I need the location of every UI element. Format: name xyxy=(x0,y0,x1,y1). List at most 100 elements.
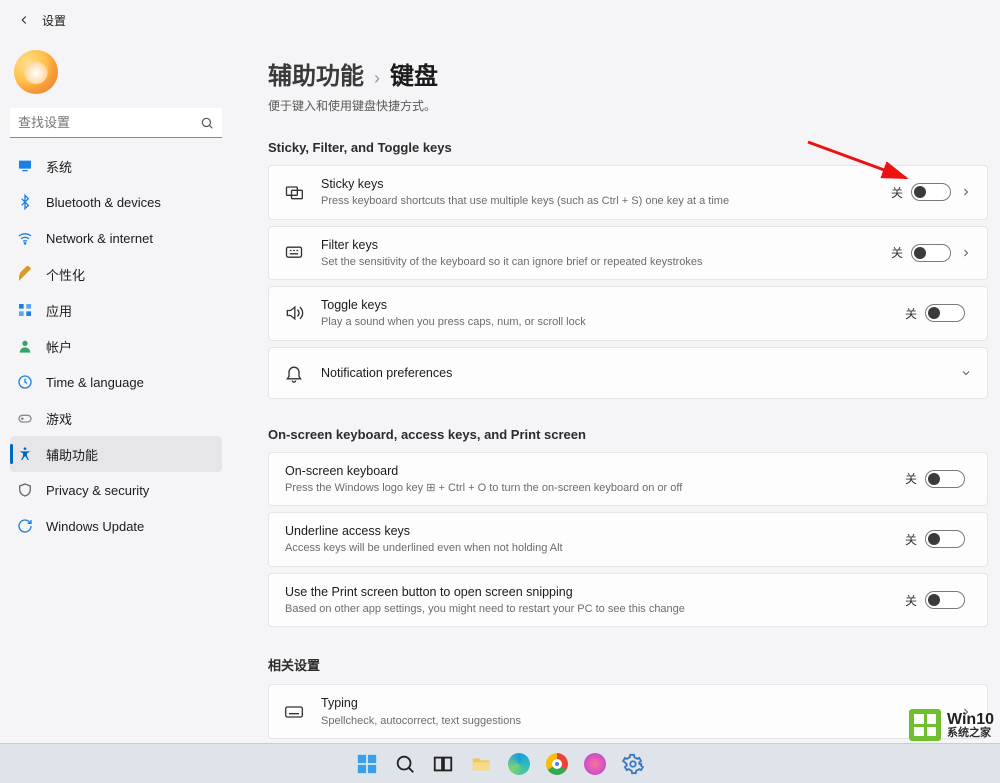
sidebar-item-label: 帐户 xyxy=(46,337,72,356)
sidebar-item-label: 应用 xyxy=(46,301,72,320)
setting-title: On-screen keyboard xyxy=(285,463,899,479)
taskbar xyxy=(0,743,1000,783)
watermark: Win10 系统之家 xyxy=(909,709,994,741)
taskbar-explorer-button[interactable] xyxy=(465,748,497,780)
sidebar-item-label: 辅助功能 xyxy=(46,445,98,464)
watermark-line1: Win10 xyxy=(947,712,994,728)
page-title: 键盘 xyxy=(390,56,438,91)
sidebar-item-network[interactable]: Network & internet xyxy=(10,220,222,256)
sidebar-item-label: Network & internet xyxy=(46,231,153,246)
section-heading-osk: On-screen keyboard, access keys, and Pri… xyxy=(268,427,988,442)
sidebar-item-label: Time & language xyxy=(46,375,144,390)
page-subtitle: 便于键入和使用键盘快捷方式。 xyxy=(268,97,988,114)
toggle-state-label: 关 xyxy=(899,470,917,487)
toggle-state-label: 关 xyxy=(899,592,917,609)
setting-title: Use the Print screen button to open scre… xyxy=(285,584,899,600)
gaming-icon xyxy=(16,409,34,427)
toggle-state-label: 关 xyxy=(899,531,917,548)
taskbar-taskview-button[interactable] xyxy=(427,748,459,780)
setting-row-print-screen-snipping[interactable]: Use the Print screen button to open scre… xyxy=(268,573,988,628)
sticky-keys-icon xyxy=(283,181,305,203)
setting-description: Access keys will be underlined even when… xyxy=(285,541,899,555)
setting-description: Based on other app settings, you might n… xyxy=(285,602,899,616)
chevron-right-icon[interactable] xyxy=(959,246,973,260)
sidebar-item-bluetooth[interactable]: Bluetooth & devices xyxy=(10,184,222,220)
sidebar-nav: 系统 Bluetooth & devices Network & interne… xyxy=(10,148,222,544)
setting-description: Press keyboard shortcuts that use multip… xyxy=(321,194,885,208)
print-screen-snipping-toggle[interactable] xyxy=(925,591,965,609)
taskbar-chrome-button[interactable] xyxy=(541,748,573,780)
toggle-keys-toggle[interactable] xyxy=(925,304,965,322)
setting-row-underline-access-keys[interactable]: Underline access keys Access keys will b… xyxy=(268,512,988,567)
sidebar-item-label: 个性化 xyxy=(46,265,85,284)
taskbar-start-button[interactable] xyxy=(351,748,383,780)
search-icon xyxy=(200,116,214,130)
update-icon xyxy=(16,517,34,535)
underline-access-keys-toggle[interactable] xyxy=(925,530,965,548)
sidebar-item-apps[interactable]: 应用 xyxy=(10,292,222,328)
setting-title: Underline access keys xyxy=(285,523,899,539)
filter-keys-toggle[interactable] xyxy=(911,244,951,262)
sidebar-item-label: Windows Update xyxy=(46,519,144,534)
user-avatar[interactable] xyxy=(14,50,58,94)
setting-row-toggle-keys[interactable]: Toggle keys Play a sound when you press … xyxy=(268,286,988,341)
bluetooth-icon xyxy=(16,193,34,211)
sidebar-item-label: Privacy & security xyxy=(46,483,149,498)
system-icon xyxy=(16,157,34,175)
breadcrumb-parent[interactable]: 辅助功能 xyxy=(268,56,364,91)
related-row-typing[interactable]: Typing Spellcheck, autocorrect, text sug… xyxy=(268,684,988,739)
toggle-state-label: 关 xyxy=(885,184,903,201)
setting-title: Filter keys xyxy=(321,237,885,253)
clock-icon xyxy=(16,373,34,391)
chevron-right-icon[interactable] xyxy=(959,185,973,199)
accessibility-icon xyxy=(16,445,34,463)
sidebar-item-label: Bluetooth & devices xyxy=(46,195,161,210)
bell-icon xyxy=(283,362,305,384)
app-title: 设置 xyxy=(42,12,66,29)
setting-description: Spellcheck, autocorrect, text suggestion… xyxy=(321,714,959,728)
chevron-down-icon[interactable] xyxy=(959,366,973,380)
setting-title: Notification preferences xyxy=(321,365,959,381)
setting-row-sticky-keys[interactable]: Sticky keys Press keyboard shortcuts tha… xyxy=(268,165,988,220)
setting-row-notification-prefs[interactable]: Notification preferences xyxy=(268,347,988,399)
setting-title: Typing xyxy=(321,695,959,711)
taskbar-edge-button[interactable] xyxy=(503,748,535,780)
setting-title: Sticky keys xyxy=(321,176,885,192)
sidebar-item-system[interactable]: 系统 xyxy=(10,148,222,184)
keyboard-icon xyxy=(283,701,305,723)
sidebar-item-accessibility[interactable]: 辅助功能 xyxy=(10,436,222,472)
sidebar-item-time-language[interactable]: Time & language xyxy=(10,364,222,400)
section-heading-related: 相关设置 xyxy=(268,655,988,674)
sidebar-item-personalization[interactable]: 个性化 xyxy=(10,256,222,292)
filter-keys-icon xyxy=(283,242,305,264)
person-icon xyxy=(16,337,34,355)
toggle-state-label: 关 xyxy=(899,305,917,322)
setting-description: Play a sound when you press caps, num, o… xyxy=(321,315,899,329)
sidebar-item-accounts[interactable]: 帐户 xyxy=(10,328,222,364)
apps-icon xyxy=(16,301,34,319)
onscreen-keyboard-toggle[interactable] xyxy=(925,470,965,488)
setting-description: Set the sensitivity of the keyboard so i… xyxy=(321,255,885,269)
section-heading-sticky: Sticky, Filter, and Toggle keys xyxy=(268,140,988,155)
sidebar-item-gaming[interactable]: 游戏 xyxy=(10,400,222,436)
watermark-line2: 系统之家 xyxy=(947,728,994,739)
toggle-state-label: 关 xyxy=(885,244,903,261)
taskbar-settings-button[interactable] xyxy=(617,748,649,780)
setting-row-filter-keys[interactable]: Filter keys Set the sensitivity of the k… xyxy=(268,226,988,281)
taskbar-app-button[interactable] xyxy=(579,748,611,780)
setting-row-onscreen-keyboard[interactable]: On-screen keyboard Press the Windows log… xyxy=(268,452,988,507)
sidebar-item-label: 游戏 xyxy=(46,409,72,428)
sticky-keys-toggle[interactable] xyxy=(911,183,951,201)
back-button[interactable] xyxy=(12,8,36,32)
setting-description: Press the Windows logo key ⊞ + Ctrl + O … xyxy=(285,481,899,495)
taskbar-search-button[interactable] xyxy=(389,748,421,780)
sidebar-item-label: 系统 xyxy=(46,157,72,176)
search-input[interactable] xyxy=(10,108,222,138)
sidebar-item-privacy[interactable]: Privacy & security xyxy=(10,472,222,508)
sidebar-item-windows-update[interactable]: Windows Update xyxy=(10,508,222,544)
shield-icon xyxy=(16,481,34,499)
brush-icon xyxy=(16,265,34,283)
chevron-right-icon: › xyxy=(374,68,380,89)
breadcrumb: 辅助功能 › 键盘 xyxy=(268,56,988,91)
wifi-icon xyxy=(16,229,34,247)
